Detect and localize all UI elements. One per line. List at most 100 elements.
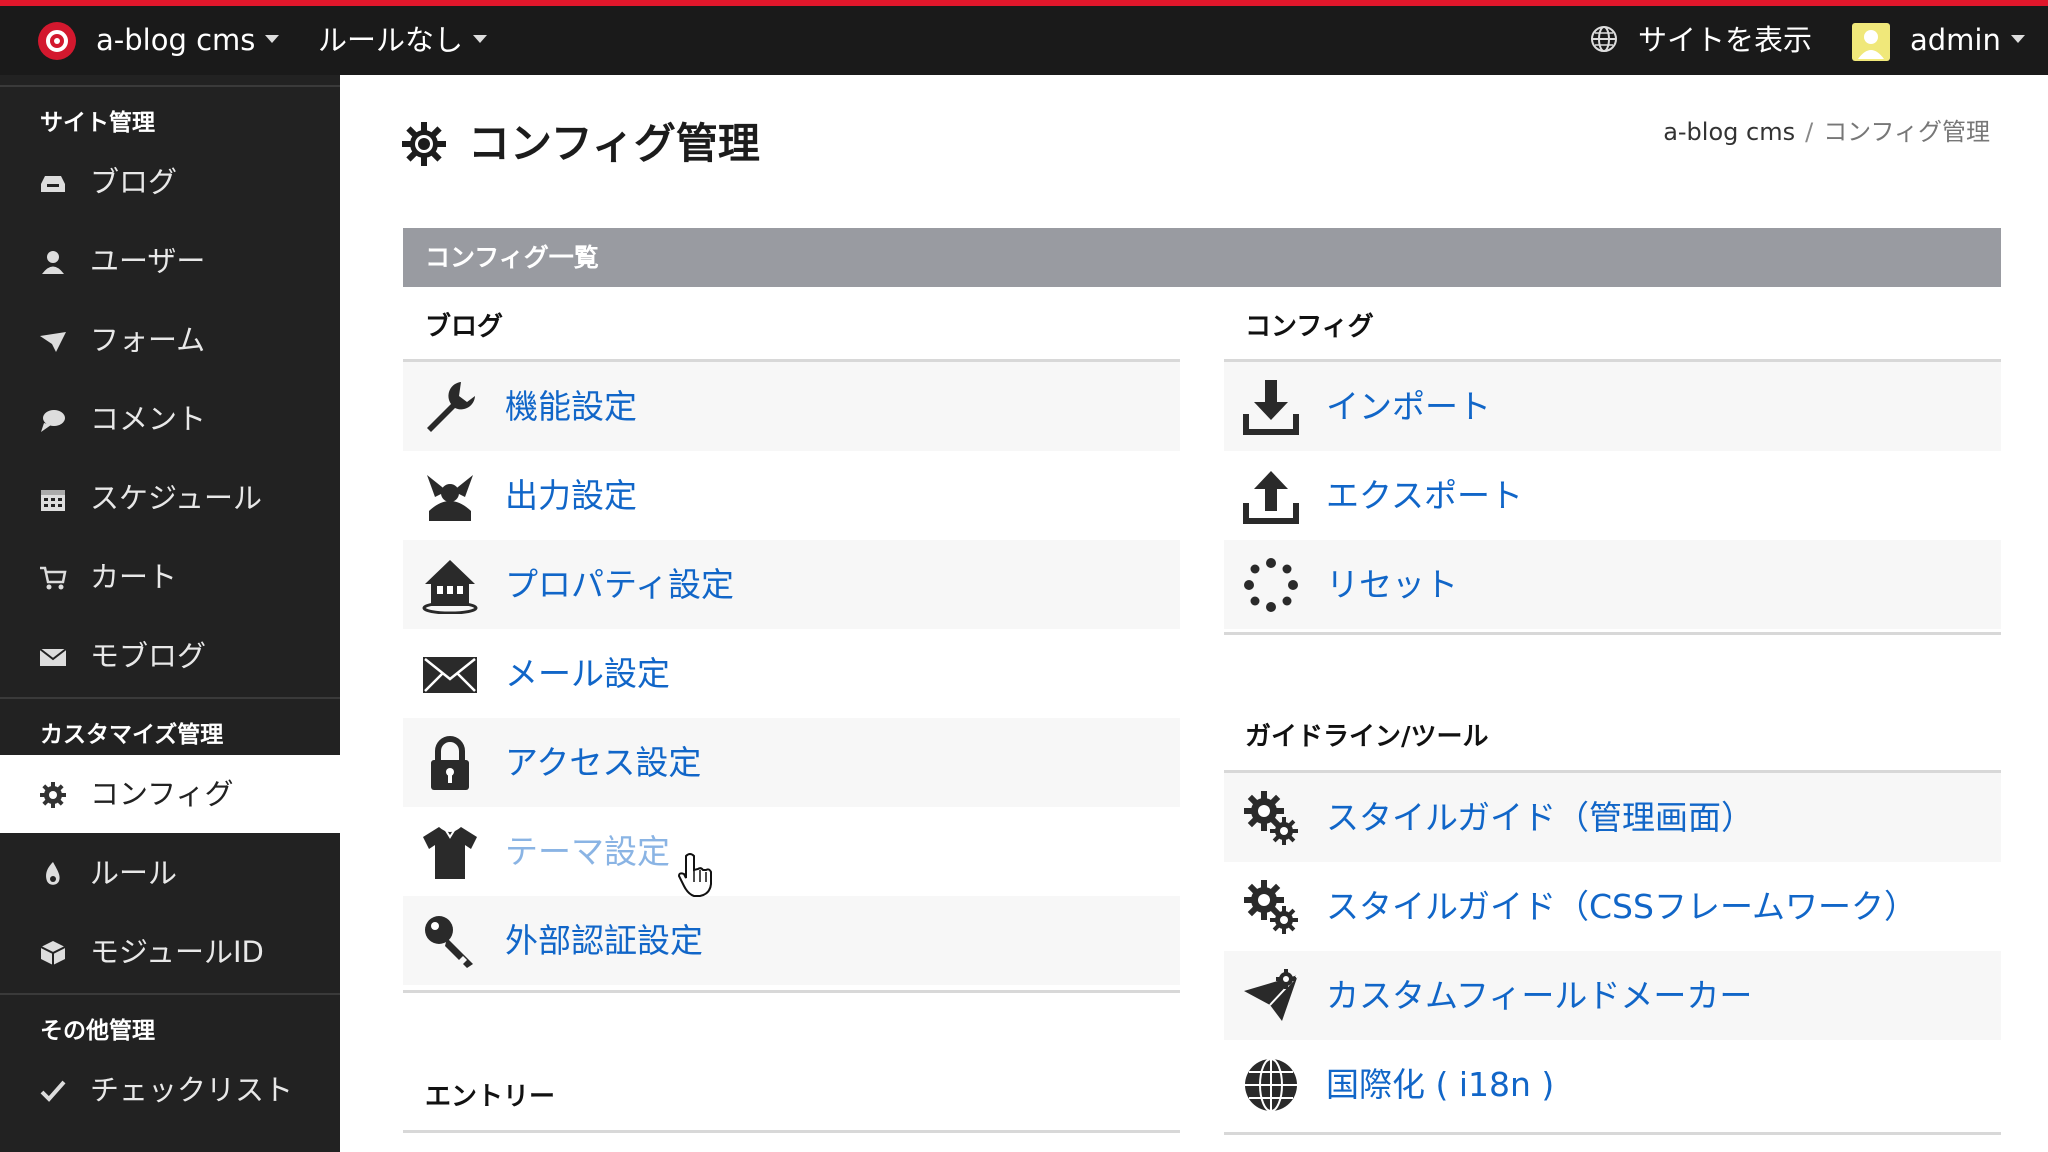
config-link-property[interactable]: プロパティ設定 — [403, 540, 1180, 629]
top-navbar: a-blog cms ルールなし サイトを表示 admin — [0, 6, 2048, 75]
user-menu-dropdown[interactable]: admin — [1910, 6, 2025, 75]
sidebar-item-label: チェックリスト — [90, 1073, 294, 1107]
sidebar-section-custom: カスタマイズ管理 — [40, 722, 224, 748]
config-list-title: コンフィグ一覧 — [425, 243, 599, 272]
breadcrumb-current: コンフィグ管理 — [1823, 118, 1990, 146]
config-link-styleguide-css[interactable]: スタイルガイド（CSSフレームワーク） — [1224, 862, 2001, 951]
wrench-icon — [427, 382, 475, 432]
envelope-icon — [423, 657, 477, 693]
config-link-export[interactable]: エクスポート — [1224, 451, 2001, 540]
config-link-import[interactable]: インポート — [1224, 362, 2001, 451]
sidebar-item-checklist[interactable]: チェックリスト — [0, 1051, 340, 1129]
config-link-label: スタイルガイド（管理画面） — [1326, 798, 1755, 837]
sidebar-item-cart[interactable]: カート — [0, 538, 340, 616]
config-link-reset[interactable]: リセット — [1224, 540, 2001, 629]
sidebar-divider — [0, 993, 340, 995]
sidebar-item-schedule[interactable]: スケジュール — [0, 459, 340, 537]
config-section-title: コンフィグ — [1245, 312, 1374, 342]
house-icon — [422, 560, 478, 614]
user-icon — [42, 251, 64, 274]
config-link-mail[interactable]: メール設定 — [403, 629, 1180, 718]
chevron-down-icon — [2010, 35, 2025, 43]
sidebar-item-label: フォーム — [90, 323, 206, 357]
user-name: admin — [1910, 23, 2001, 57]
config-link-label: リセット — [1326, 565, 1458, 604]
sidebar: サイト管理 ブログ ユーザー フォーム コメント スケジュール カート モブログ… — [0, 75, 340, 1152]
gear-icon — [402, 122, 446, 166]
spinner-icon — [1244, 558, 1298, 612]
config-link-label: スタイルガイド（CSSフレームワーク） — [1326, 887, 1917, 926]
sidebar-item-module-id[interactable]: モジュールID — [0, 913, 340, 991]
ablog-logo-icon[interactable] — [38, 22, 76, 60]
sidebar-item-moblog[interactable]: モブログ — [0, 617, 340, 695]
config-link-function[interactable]: 機能設定 — [403, 362, 1180, 451]
config-link-customfield-maker[interactable]: カスタムフィールドメーカー — [1224, 951, 2001, 1040]
sidebar-item-form[interactable]: フォーム — [0, 301, 340, 379]
output-icon — [427, 475, 473, 521]
upload-icon — [1243, 471, 1299, 524]
site-menu-label: a-blog cms — [96, 23, 256, 57]
sidebar-divider — [0, 697, 340, 699]
sidebar-section-other: その他管理 — [40, 1018, 155, 1044]
cart-icon — [40, 566, 67, 590]
sidebar-item-label: ルール — [90, 856, 178, 890]
site-menu-dropdown[interactable]: a-blog cms — [96, 6, 280, 75]
guide-section-title: ガイドライン/ツール — [1245, 722, 1489, 752]
paper-plane-icon — [1244, 969, 1299, 1021]
sidebar-item-label: コンフィグ — [90, 777, 234, 811]
config-link-styleguide-admin[interactable]: スタイルガイド（管理画面） — [1224, 773, 2001, 862]
inbox-icon — [41, 176, 65, 192]
config-link-external-auth[interactable]: 外部認証設定 — [403, 896, 1180, 985]
config-link-theme[interactable]: テーマ設定 — [403, 807, 1180, 896]
rule-menu-dropdown[interactable]: ルールなし — [318, 6, 488, 75]
module-icon — [40, 941, 66, 965]
config-link-label: 機能設定 — [505, 387, 637, 426]
avatar[interactable] — [1852, 23, 1890, 61]
section-divider — [1224, 632, 2001, 635]
config-link-label: アクセス設定 — [505, 743, 702, 782]
section-divider — [403, 990, 1180, 993]
config-link-label: エクスポート — [1326, 476, 1524, 515]
config-link-label: 国際化 ( i18n ) — [1326, 1065, 1555, 1104]
key-icon — [425, 916, 473, 968]
shirt-icon — [423, 827, 477, 879]
sidebar-item-label: カート — [90, 560, 178, 594]
chevron-down-icon — [473, 35, 488, 43]
blog-section-title: ブログ — [425, 312, 504, 342]
calendar-icon — [41, 490, 65, 511]
check-icon — [40, 1080, 66, 1102]
gears-icon — [1244, 880, 1298, 934]
sidebar-item-blog[interactable]: ブログ — [0, 143, 340, 221]
gear-icon — [40, 782, 66, 808]
config-link-label: カスタムフィールドメーカー — [1326, 976, 1753, 1015]
sidebar-item-label: ユーザー — [90, 244, 206, 278]
config-link-output[interactable]: 出力設定 — [403, 451, 1180, 540]
config-link-access[interactable]: アクセス設定 — [403, 718, 1180, 807]
sidebar-divider — [0, 85, 340, 87]
sidebar-item-label: モジュールID — [90, 935, 264, 969]
section-divider — [1224, 1132, 2001, 1135]
entry-section-title: エントリー — [425, 1082, 556, 1112]
config-link-i18n[interactable]: 国際化 ( i18n ) — [1224, 1040, 2001, 1129]
gears-icon — [1244, 791, 1298, 845]
sidebar-item-rule[interactable]: ルール — [0, 834, 340, 912]
breadcrumb-separator: / — [1805, 118, 1814, 146]
config-link-label: 外部認証設定 — [505, 921, 703, 960]
sidebar-item-config[interactable]: コンフィグ — [0, 755, 340, 833]
breadcrumb-root-link[interactable]: a-blog cms — [1663, 118, 1795, 146]
globe-icon — [1245, 1058, 1297, 1112]
lock-icon — [431, 736, 469, 790]
sidebar-item-user[interactable]: ユーザー — [0, 222, 340, 300]
view-site-link[interactable]: サイトを表示 — [1590, 6, 1812, 75]
view-site-label: サイトを表示 — [1638, 23, 1813, 57]
config-list-header: コンフィグ一覧 — [403, 228, 2001, 287]
form-icon — [40, 332, 66, 352]
globe-icon — [1591, 26, 1617, 52]
section-divider — [403, 1130, 1180, 1133]
config-link-label: テーマ設定 — [505, 832, 670, 871]
sidebar-item-label: ブログ — [90, 165, 178, 199]
config-link-label: プロパティ設定 — [505, 565, 735, 604]
page-title: コンフィグ管理 — [468, 119, 760, 168]
hand-cursor-icon — [677, 853, 712, 897]
sidebar-item-comment[interactable]: コメント — [0, 380, 340, 458]
